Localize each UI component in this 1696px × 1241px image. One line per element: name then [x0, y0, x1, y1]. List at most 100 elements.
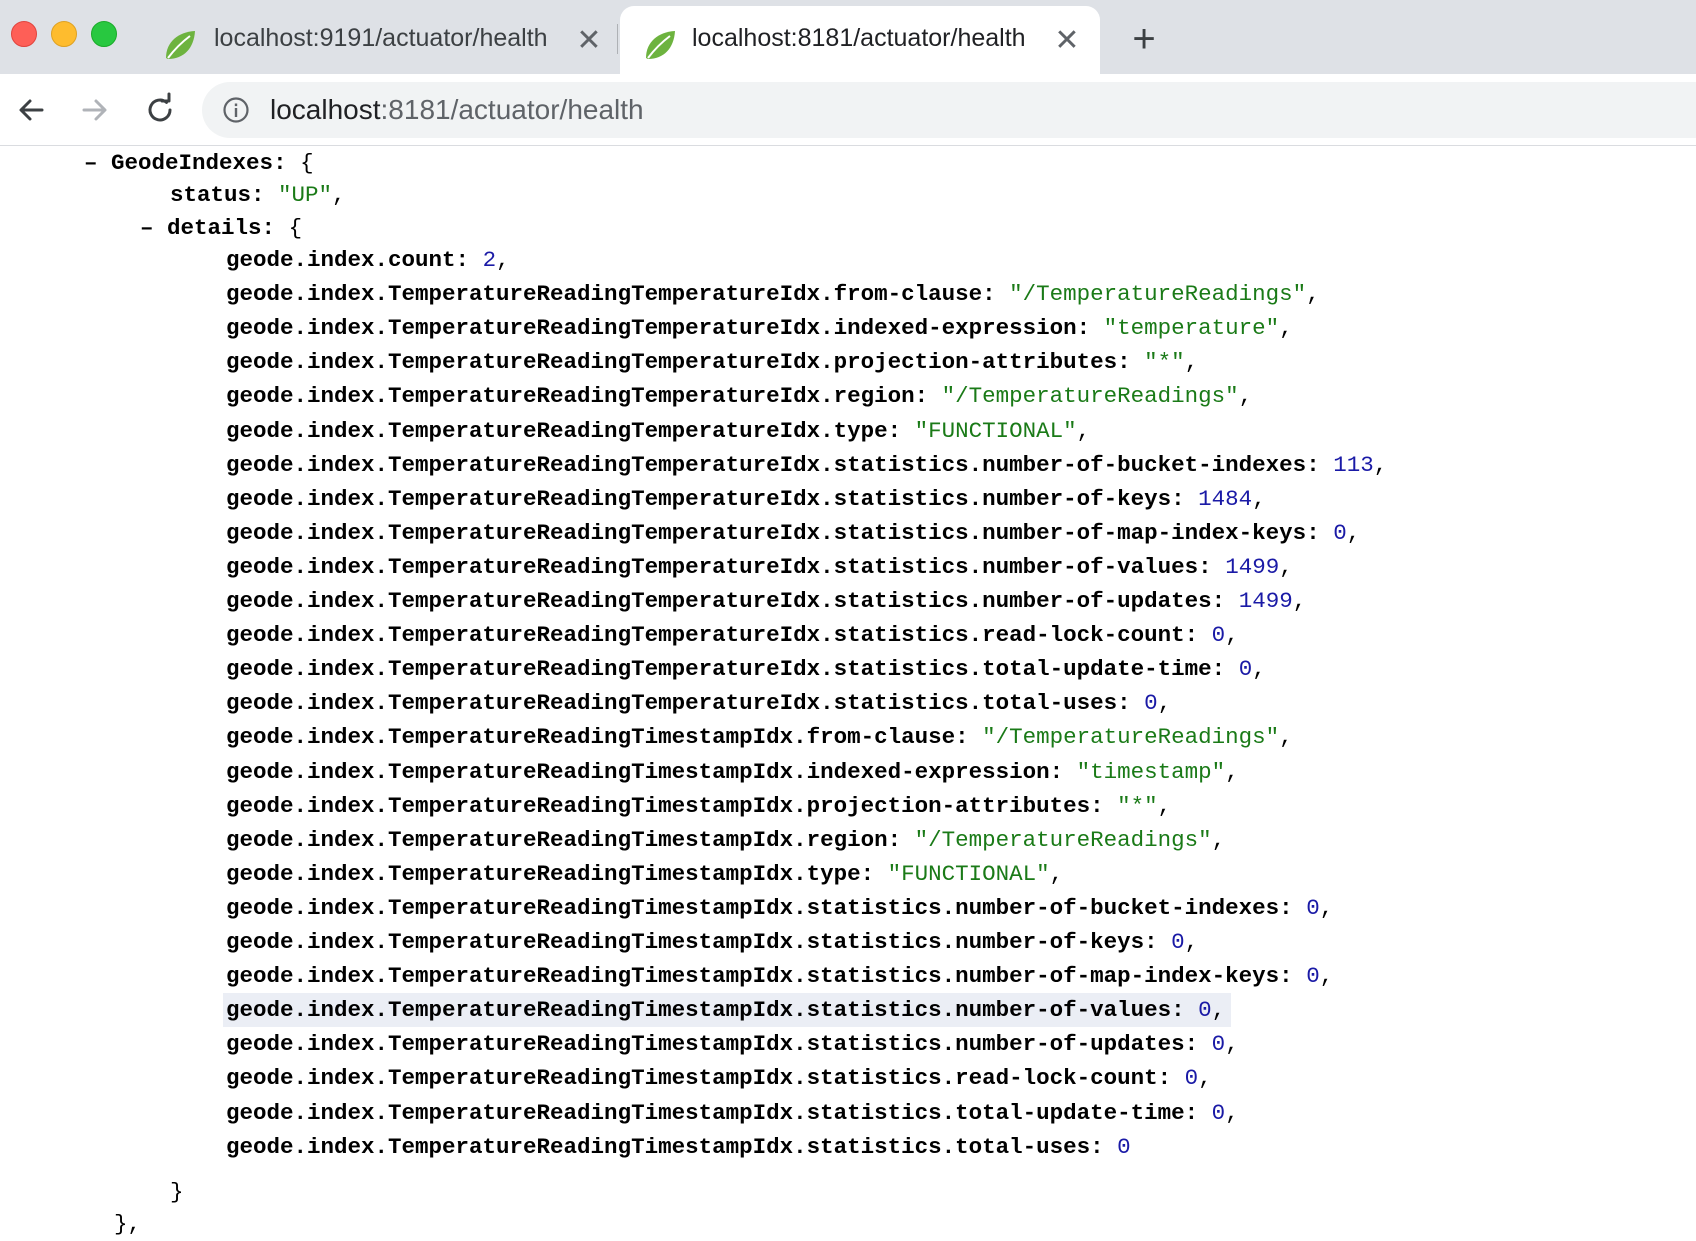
status-line: status: "UP", [170, 182, 346, 208]
tab-title: localhost:8181/actuator/health [692, 24, 1026, 52]
json-string-value: "/TemperatureReadings" [1009, 281, 1307, 308]
reload-icon[interactable] [140, 90, 180, 130]
close-window-button[interactable] [11, 21, 37, 47]
json-key: geode.index.TemperatureReadingTimestampI… [226, 860, 861, 887]
json-number-value: 0 [1306, 963, 1320, 990]
json-comma: , [1049, 860, 1064, 887]
json-comma: , [1252, 485, 1266, 512]
json-key: details [167, 215, 262, 241]
json-number-value: 0 [1117, 1133, 1131, 1160]
tab-strip: localhost:9191/actuator/health ✕ localho… [0, 0, 1696, 74]
json-entry-line: geode.index.TemperatureReadingTimestampI… [226, 1133, 1131, 1160]
tab-close-icon[interactable]: ✕ [574, 26, 604, 56]
json-entry-line: geode.index.TemperatureReadingTemperatur… [226, 588, 1307, 614]
json-entry-line: geode.index.TemperatureReadingTemperatur… [226, 485, 1266, 512]
json-string-value: "*" [1117, 792, 1158, 819]
json-comma: , [1373, 451, 1388, 478]
json-entry-line: geode.index.TemperatureReadingTimestampI… [226, 929, 1199, 955]
json-number-value: 0 [1306, 894, 1320, 921]
open-brace: { [300, 150, 314, 176]
spring-leaf-icon [166, 31, 195, 59]
json-key: geode.index.TemperatureReadingTemperatur… [226, 349, 1118, 376]
json-number-value: 0 [1144, 690, 1158, 717]
json-key: geode.index.count [226, 247, 456, 273]
json-comma: , [1346, 519, 1361, 546]
json-entry-line: geode.index.TemperatureReadingTemperatur… [226, 417, 1091, 444]
json-comma: , [1279, 724, 1293, 751]
json-comma: , [1184, 929, 1199, 955]
json-viewer: – GeodeIndexes: { status: "UP", – detail… [0, 146, 1696, 1238]
json-entry-line: geode.index.TemperatureReadingTemperatur… [226, 622, 1239, 649]
json-string-value: "timestamp" [1076, 758, 1226, 785]
zoom-window-button[interactable] [91, 21, 117, 47]
json-string-value: "/TemperatureReadings" [982, 724, 1280, 751]
json-comma: , [1252, 656, 1266, 683]
tab-title: localhost:9191/actuator/health [214, 24, 548, 52]
info-icon[interactable] [222, 96, 250, 124]
json-comma: , [1157, 792, 1172, 819]
json-key: geode.index.TemperatureReadingTemperatur… [226, 553, 1199, 580]
json-comma: , [1184, 349, 1199, 376]
json-string-value: "FUNCTIONAL" [914, 417, 1077, 444]
json-string-value: "*" [1144, 349, 1185, 376]
json-entry-line: geode.index.TemperatureReadingTemperatur… [226, 281, 1320, 308]
json-number-value: 1499 [1225, 553, 1280, 580]
json-string-value: "/TemperatureReadings" [941, 383, 1239, 410]
tab-localhost-9191[interactable]: localhost:9191/actuator/health ✕ [146, 6, 616, 74]
tab-close-icon[interactable]: ✕ [1052, 26, 1082, 56]
json-comma: , [1319, 963, 1334, 990]
json-number-value: 0 [1211, 1099, 1226, 1126]
json-entry-line: geode.index.TemperatureReadingTimestampI… [223, 993, 1232, 1028]
forward-arrow-icon[interactable] [74, 90, 114, 130]
json-comma: , [496, 247, 510, 273]
json-number-value: 0 [1211, 1031, 1226, 1058]
collapse-toggle[interactable]: – [84, 150, 98, 176]
minimize-window-button[interactable] [51, 21, 77, 47]
json-comma: , [1076, 417, 1091, 444]
json-key: geode.index.TemperatureReadingTemperatur… [226, 656, 1212, 683]
json-entry-line: geode.index.TemperatureReadingTemperatur… [226, 451, 1388, 478]
json-entry-line: geode.index.TemperatureReadingTimestampI… [226, 792, 1172, 819]
json-entry-line: geode.index.TemperatureReadingTemperatur… [226, 349, 1199, 376]
address-url[interactable]: localhost:8181/actuator/health [270, 94, 644, 126]
json-key: geode.index.TemperatureReadingTemperatur… [226, 417, 888, 444]
spring-leaf-icon [646, 31, 675, 59]
json-entry-line: geode.index.TemperatureReadingTemperatur… [226, 519, 1361, 546]
browser-toolbar: localhost:8181/actuator/health [0, 74, 1696, 146]
json-entry-line: geode.index.TemperatureReadingTemperatur… [226, 553, 1293, 580]
json-entry-line: geode.index.TemperatureReadingTimestampI… [226, 860, 1064, 887]
json-entry-line: geode.index.TemperatureReadingTemperatur… [226, 690, 1172, 717]
json-entry-line: geode.index.TemperatureReadingTimestampI… [226, 724, 1293, 751]
json-key: geode.index.TemperatureReadingTemperatur… [226, 383, 915, 410]
address-path: :8181/actuator/health [380, 94, 644, 125]
tab-localhost-8181[interactable]: localhost:8181/actuator/health ✕ [620, 6, 1100, 74]
json-comma: , [1225, 622, 1239, 649]
json-entry-line: geode.index.TemperatureReadingTimestampI… [226, 894, 1334, 921]
json-key: status [170, 182, 252, 208]
json-key: geode.index.TemperatureReadingTemperatur… [226, 485, 1172, 512]
back-arrow-icon[interactable] [12, 90, 52, 130]
details-line: – details: { [140, 215, 303, 241]
json-comma: , [1225, 1099, 1239, 1126]
json-comma: , [1306, 281, 1320, 308]
collapse-toggle[interactable]: – [140, 215, 154, 241]
address-bar[interactable]: localhost:8181/actuator/health [202, 82, 1696, 138]
json-key: geode.index.TemperatureReadingTimestampI… [226, 724, 956, 751]
json-key: geode.index.TemperatureReadingTimestampI… [226, 826, 888, 853]
json-number-value: 0 [1211, 622, 1226, 649]
new-tab-button[interactable]: + [1124, 19, 1164, 60]
json-key: geode.index.TemperatureReadingTemperatur… [226, 451, 1307, 478]
json-string-value: "/TemperatureReadings" [914, 826, 1212, 853]
json-number-value: 113 [1333, 451, 1374, 478]
json-number-value: 1499 [1238, 588, 1293, 614]
json-key: geode.index.TemperatureReadingTimestampI… [226, 894, 1280, 921]
json-key: GeodeIndexes [111, 150, 274, 176]
json-entry-line: geode.index.TemperatureReadingTimestampI… [226, 1065, 1212, 1092]
json-number-value: 1484 [1198, 485, 1253, 512]
json-entry-line: geode.index.TemperatureReadingTemperatur… [226, 656, 1266, 683]
json-entry-line: geode.index.TemperatureReadingTimestampI… [226, 963, 1334, 990]
tab-separator [617, 24, 618, 54]
json-comma: , [1211, 997, 1226, 1024]
json-key: geode.index.TemperatureReadingTimestampI… [226, 963, 1280, 990]
json-string-value: "temperature" [1103, 315, 1280, 342]
